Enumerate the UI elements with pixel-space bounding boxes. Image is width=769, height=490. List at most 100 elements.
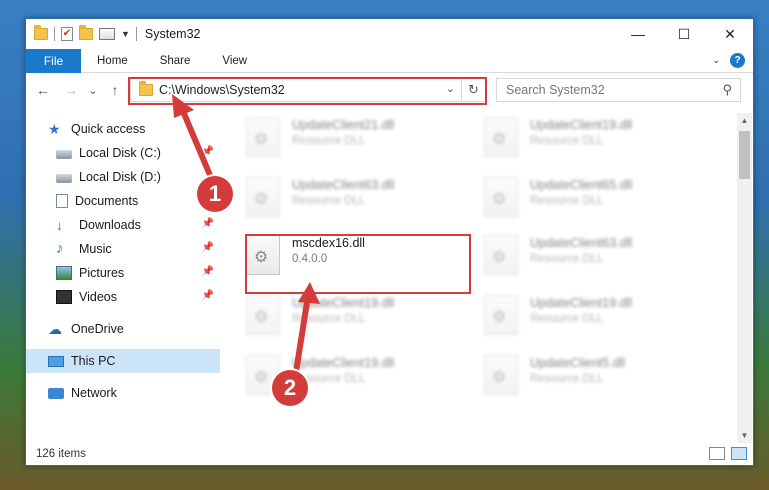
dll-file-icon xyxy=(484,235,518,275)
step-2-badge: 2 xyxy=(272,370,308,406)
file-name: UpdateClient19.dll xyxy=(530,118,633,132)
dll-file-icon xyxy=(484,295,518,335)
file-name: UpdateClient19.dll xyxy=(530,296,633,310)
sidebar-item-onedrive[interactable]: ☁ OneDrive xyxy=(26,317,220,341)
tab-view[interactable]: View xyxy=(206,55,263,67)
dll-file-icon xyxy=(484,355,518,395)
star-icon: ★ xyxy=(48,121,61,137)
search-input[interactable]: Search System32 ⚲ xyxy=(496,78,741,102)
ribbon-right-controls: ⌄ ? xyxy=(712,53,745,68)
sidebar-item-label: OneDrive xyxy=(71,322,124,336)
music-icon: ♪ xyxy=(56,240,64,257)
sidebar-item-documents[interactable]: Documents xyxy=(26,189,220,213)
sidebar-item-videos[interactable]: Videos 📌 xyxy=(26,285,220,309)
sidebar-item-local-disk-d[interactable]: Local Disk (D:) xyxy=(26,165,220,189)
sidebar-item-label: Videos xyxy=(79,290,117,304)
list-item[interactable]: UpdateClient19.dll Resource DLL xyxy=(484,117,704,165)
close-button[interactable]: ✕ xyxy=(707,19,753,49)
customize-toolbar-icon[interactable] xyxy=(99,28,115,40)
sidebar-item-label: Downloads xyxy=(79,218,141,232)
new-folder-icon[interactable] xyxy=(79,25,93,40)
network-icon xyxy=(48,387,64,399)
sidebar-item-quick-access[interactable]: ★ Quick access xyxy=(26,117,220,141)
scroll-down-icon[interactable]: ▼ xyxy=(737,428,752,443)
toolbar-dropdown-icon[interactable]: ▼ xyxy=(121,29,130,39)
pictures-icon xyxy=(56,266,72,280)
file-description: Resource DLL xyxy=(530,253,604,265)
chevron-down-icon[interactable]: ⌄ xyxy=(712,55,720,66)
sidebar-item-label: Music xyxy=(79,242,112,256)
list-item[interactable]: UpdateClient5.dll Resource DLL xyxy=(484,355,704,403)
scroll-up-icon[interactable]: ▲ xyxy=(737,113,752,128)
dll-file-icon xyxy=(484,177,518,217)
list-item[interactable]: UpdateClient21.dll Resource DLL xyxy=(246,117,466,165)
pin-icon[interactable]: 📌 xyxy=(202,218,214,229)
minimize-button[interactable]: — xyxy=(615,19,661,49)
list-item[interactable]: UpdateClient65.dll Resource DLL xyxy=(484,177,704,225)
file-name: UpdateClient63.dll xyxy=(530,236,633,250)
file-description: Resource DLL xyxy=(530,373,604,385)
ribbon-tabs: File Home Share View ⌄ ? xyxy=(26,48,753,73)
window-controls: — ☐ ✕ xyxy=(615,19,753,49)
disk-icon xyxy=(56,150,72,159)
file-description: Resource DLL xyxy=(530,135,604,147)
sidebar-item-label: Local Disk (D:) xyxy=(79,170,161,184)
tab-file[interactable]: File xyxy=(26,48,81,73)
search-placeholder: Search System32 xyxy=(506,83,605,97)
up-button[interactable]: ↑ xyxy=(104,82,126,98)
pin-icon[interactable]: 📌 xyxy=(202,146,214,157)
file-description: Resource DLL xyxy=(292,313,366,325)
sidebar-item-downloads[interactable]: ↓ Downloads 📌 xyxy=(26,213,220,237)
sidebar-item-label: Quick access xyxy=(71,122,146,136)
tab-home[interactable]: Home xyxy=(81,55,144,67)
file-name: UpdateClient65.dll xyxy=(530,178,633,192)
title-bar: ✔ ▼ System32 — ☐ ✕ xyxy=(26,19,753,49)
pin-icon[interactable]: 📌 xyxy=(202,242,214,253)
navigation-pane: ★ Quick access Local Disk (C:) 📌 Local D… xyxy=(26,113,220,443)
sidebar-item-local-disk-c[interactable]: Local Disk (C:) 📌 xyxy=(26,141,220,165)
status-bar: 126 items xyxy=(26,443,753,465)
toolbar-separator xyxy=(135,27,137,41)
tab-share[interactable]: Share xyxy=(144,55,207,67)
sidebar-item-music[interactable]: ♪ Music 📌 xyxy=(26,237,220,261)
file-name: UpdateClient63.dll xyxy=(292,178,395,192)
file-description: Resource DLL xyxy=(530,195,604,207)
dll-file-icon xyxy=(246,117,280,157)
pin-icon[interactable]: 📌 xyxy=(202,266,214,277)
help-icon[interactable]: ? xyxy=(730,53,745,68)
file-description: Resource DLL xyxy=(530,313,604,325)
recent-locations-button[interactable]: ⌄ xyxy=(82,84,104,97)
vertical-scrollbar[interactable]: ▲ ▼ xyxy=(737,113,752,443)
properties-check-icon[interactable]: ✔ xyxy=(61,27,73,41)
file-name: UpdateClient5.dll xyxy=(530,356,626,370)
list-item[interactable]: UpdateClient19.dll Resource DLL xyxy=(246,295,466,343)
back-button[interactable]: ← xyxy=(32,82,54,98)
sidebar-item-label: Pictures xyxy=(79,266,125,280)
sidebar-item-label: Local Disk (C:) xyxy=(79,146,161,160)
scroll-thumb[interactable] xyxy=(739,131,750,179)
dll-file-icon xyxy=(484,117,518,157)
file-description: Resource DLL xyxy=(292,195,366,207)
details-view-icon[interactable] xyxy=(709,447,725,460)
dll-file-icon xyxy=(246,177,280,217)
sidebar-item-this-pc[interactable]: This PC xyxy=(26,349,220,373)
forward-button[interactable]: → xyxy=(60,82,82,98)
list-item[interactable]: UpdateClient19.dll Resource DLL xyxy=(484,295,704,343)
tiles-view-icon[interactable] xyxy=(731,447,747,460)
pin-icon[interactable]: 📌 xyxy=(202,290,214,301)
search-icon: ⚲ xyxy=(722,82,732,97)
step-1-badge: 1 xyxy=(197,176,233,212)
sidebar-item-pictures[interactable]: Pictures 📌 xyxy=(26,261,220,285)
maximize-button[interactable]: ☐ xyxy=(661,19,707,49)
folder-icon xyxy=(34,25,48,40)
item-count: 126 items xyxy=(36,448,86,460)
list-item[interactable]: UpdateClient63.dll Resource DLL xyxy=(246,177,466,225)
sidebar-item-label: Network xyxy=(71,386,117,400)
sidebar-item-label: This PC xyxy=(71,354,116,368)
sidebar-item-network[interactable]: Network xyxy=(26,381,220,405)
window-title: System32 xyxy=(144,27,201,41)
list-item[interactable]: UpdateClient63.dll Resource DLL xyxy=(484,235,704,283)
documents-icon xyxy=(56,194,68,208)
file-name: UpdateClient21.dll xyxy=(292,118,395,132)
toolbar-separator xyxy=(54,27,55,41)
